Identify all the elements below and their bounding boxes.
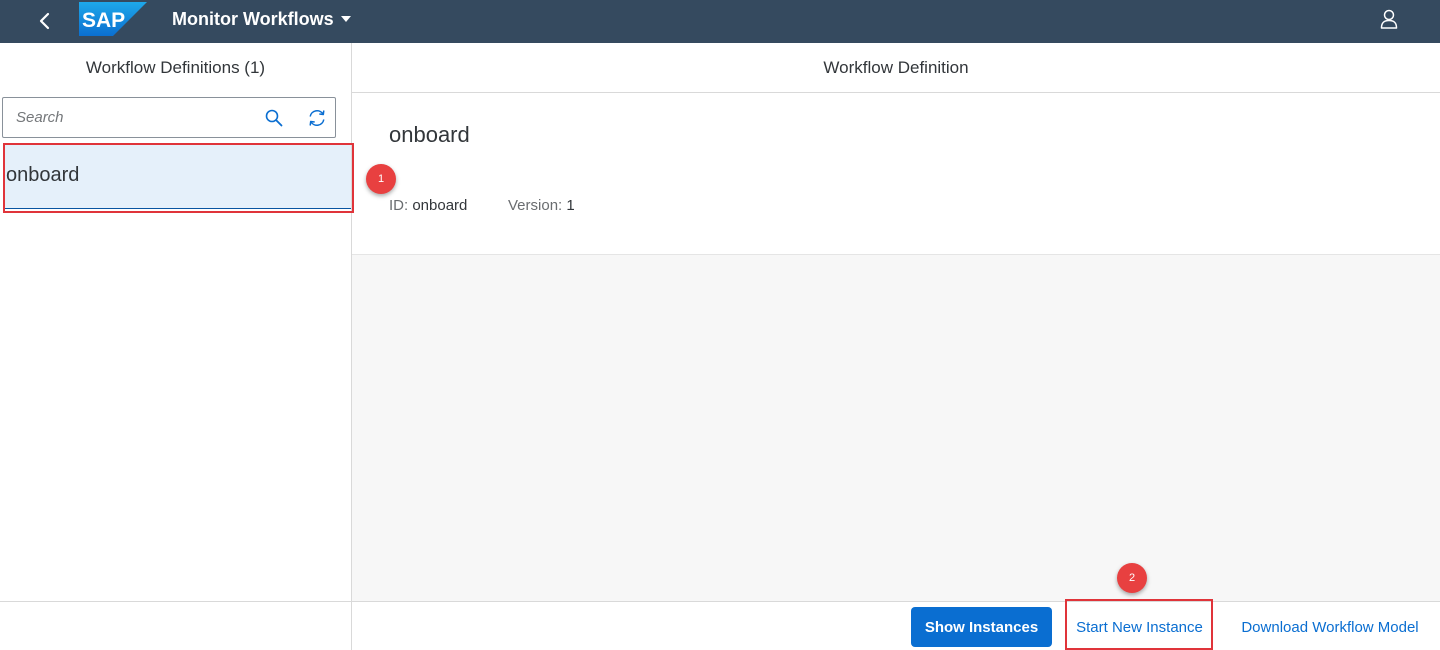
caret-down-icon	[340, 16, 351, 22]
app-title: Monitor Workflows	[172, 8, 334, 29]
search-icon	[265, 109, 283, 127]
sap-logo-text: SAP	[82, 9, 125, 32]
object-header: onboard ID: onboard Version: 1	[352, 93, 1440, 255]
person-icon	[1380, 9, 1398, 29]
master-footer	[0, 601, 351, 650]
master-pane: Workflow Definitions (1) onboard	[0, 43, 352, 650]
user-button[interactable]	[1374, 4, 1404, 34]
master-title: Workflow Definitions (1)	[85, 58, 266, 77]
list-item-onboard[interactable]: onboard	[3, 144, 351, 209]
download-workflow-model-button[interactable]: Download Workflow Model	[1230, 607, 1430, 647]
start-new-instance-button[interactable]: Start New Instance	[1066, 607, 1213, 647]
id-attribute: ID: onboard	[389, 197, 467, 214]
search-field[interactable]	[2, 97, 336, 138]
chevron-left-icon	[39, 12, 50, 30]
search-input[interactable]	[3, 98, 251, 137]
detail-title: Workflow Definition	[352, 43, 1440, 93]
refresh-icon	[309, 110, 325, 126]
id-value: onboard	[412, 197, 468, 214]
version-label: Version:	[508, 197, 563, 214]
version-attribute: Version: 1	[508, 197, 575, 214]
shell-bar: SAP Monitor Workflows	[0, 0, 1440, 43]
search-button[interactable]	[259, 104, 289, 132]
step-marker-1: 1	[366, 164, 396, 194]
list-item-label: onboard	[6, 164, 80, 186]
id-label: ID:	[389, 197, 409, 214]
app-title-menu[interactable]: Monitor Workflows	[172, 7, 352, 31]
back-button[interactable]	[28, 4, 62, 38]
detail-footer: Show Instances Start New Instance Downlo…	[352, 601, 1440, 650]
object-title: onboard	[389, 122, 470, 147]
sap-logo[interactable]: SAP	[79, 2, 147, 36]
show-instances-button[interactable]: Show Instances	[911, 607, 1052, 647]
detail-pane: Workflow Definition onboard ID: onboard …	[352, 43, 1440, 650]
step-marker-2: 2	[1117, 563, 1147, 593]
refresh-button[interactable]	[302, 104, 332, 132]
version-value: 1	[566, 197, 575, 214]
